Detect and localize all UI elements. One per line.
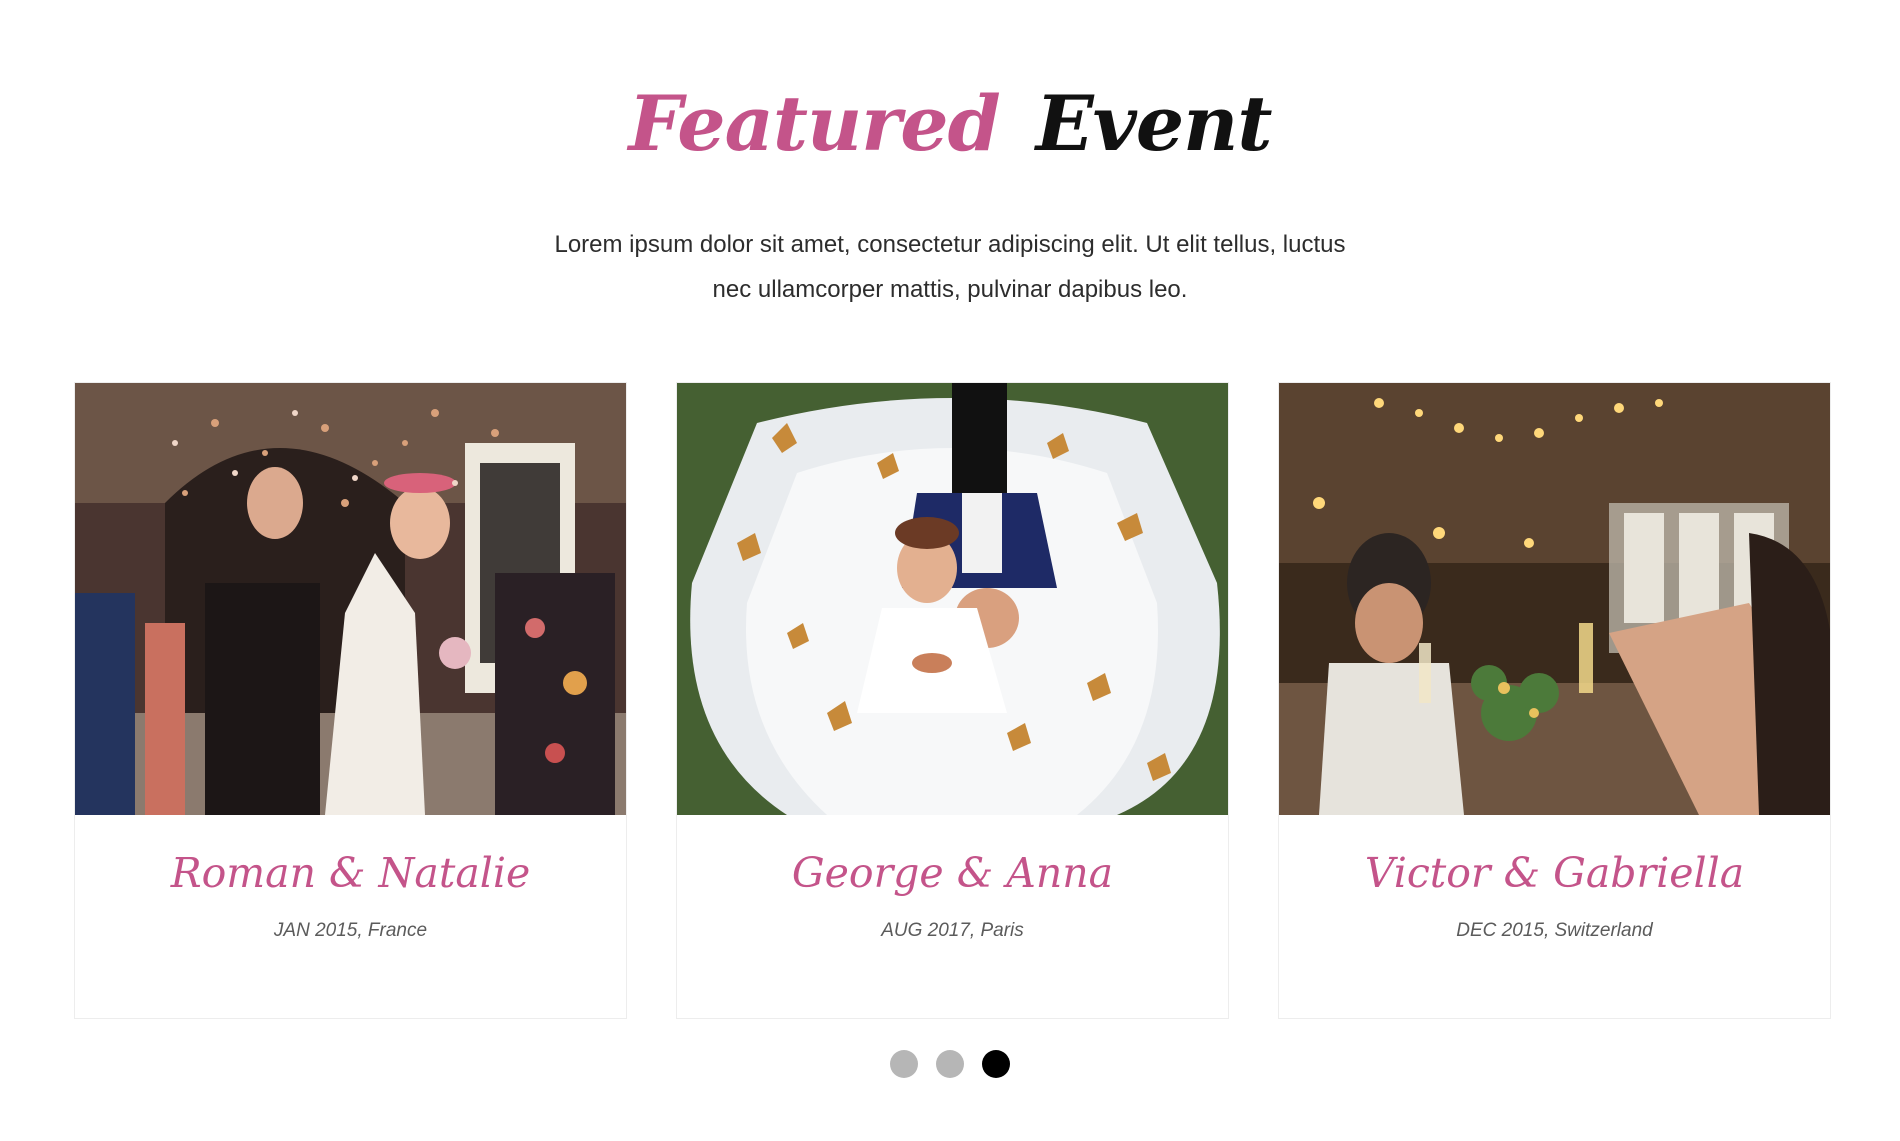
event-date-location: AUG 2017, Paris: [881, 920, 1024, 941]
section-intro: Lorem ipsum dolor sit amet, consectetur …: [450, 222, 1450, 312]
event-couple-name[interactable]: Roman & Natalie: [75, 843, 626, 903]
event-card-george-anna[interactable]: George & Anna AUG 2017, Paris: [676, 382, 1229, 1019]
event-couple-name[interactable]: George & Anna: [677, 843, 1228, 903]
event-card-victor-gabriella[interactable]: Victor & Gabriella DEC 2015, Switzerland: [1278, 382, 1831, 1019]
event-photo-reception-toast[interactable]: [1279, 383, 1830, 815]
section-title-featured: Featured: [628, 78, 1000, 168]
section-intro-line-2: nec ullamcorper mattis, pulvinar dapibus…: [712, 276, 1188, 303]
carousel-dot-1[interactable]: [890, 1050, 918, 1078]
section-title-event: Event: [1035, 78, 1273, 168]
event-couple-name[interactable]: Victor & Gabriella: [1279, 843, 1830, 903]
carousel-pagination: [0, 1050, 1900, 1080]
event-date-location: DEC 2015, Switzerland: [1456, 920, 1653, 941]
section-intro-line-1: Lorem ipsum dolor sit amet, consectetur …: [554, 231, 1346, 258]
event-card-roman-natalie[interactable]: Roman & Natalie JAN 2015, France: [74, 382, 627, 1019]
event-photo-confetti-exit[interactable]: [75, 383, 626, 815]
carousel-dot-3[interactable]: [982, 1050, 1010, 1078]
event-date-location: JAN 2015, France: [273, 920, 428, 941]
section-title: Featured Event: [0, 79, 1900, 169]
carousel-dot-2[interactable]: [936, 1050, 964, 1078]
event-photo-couple-on-grass[interactable]: [677, 383, 1228, 815]
